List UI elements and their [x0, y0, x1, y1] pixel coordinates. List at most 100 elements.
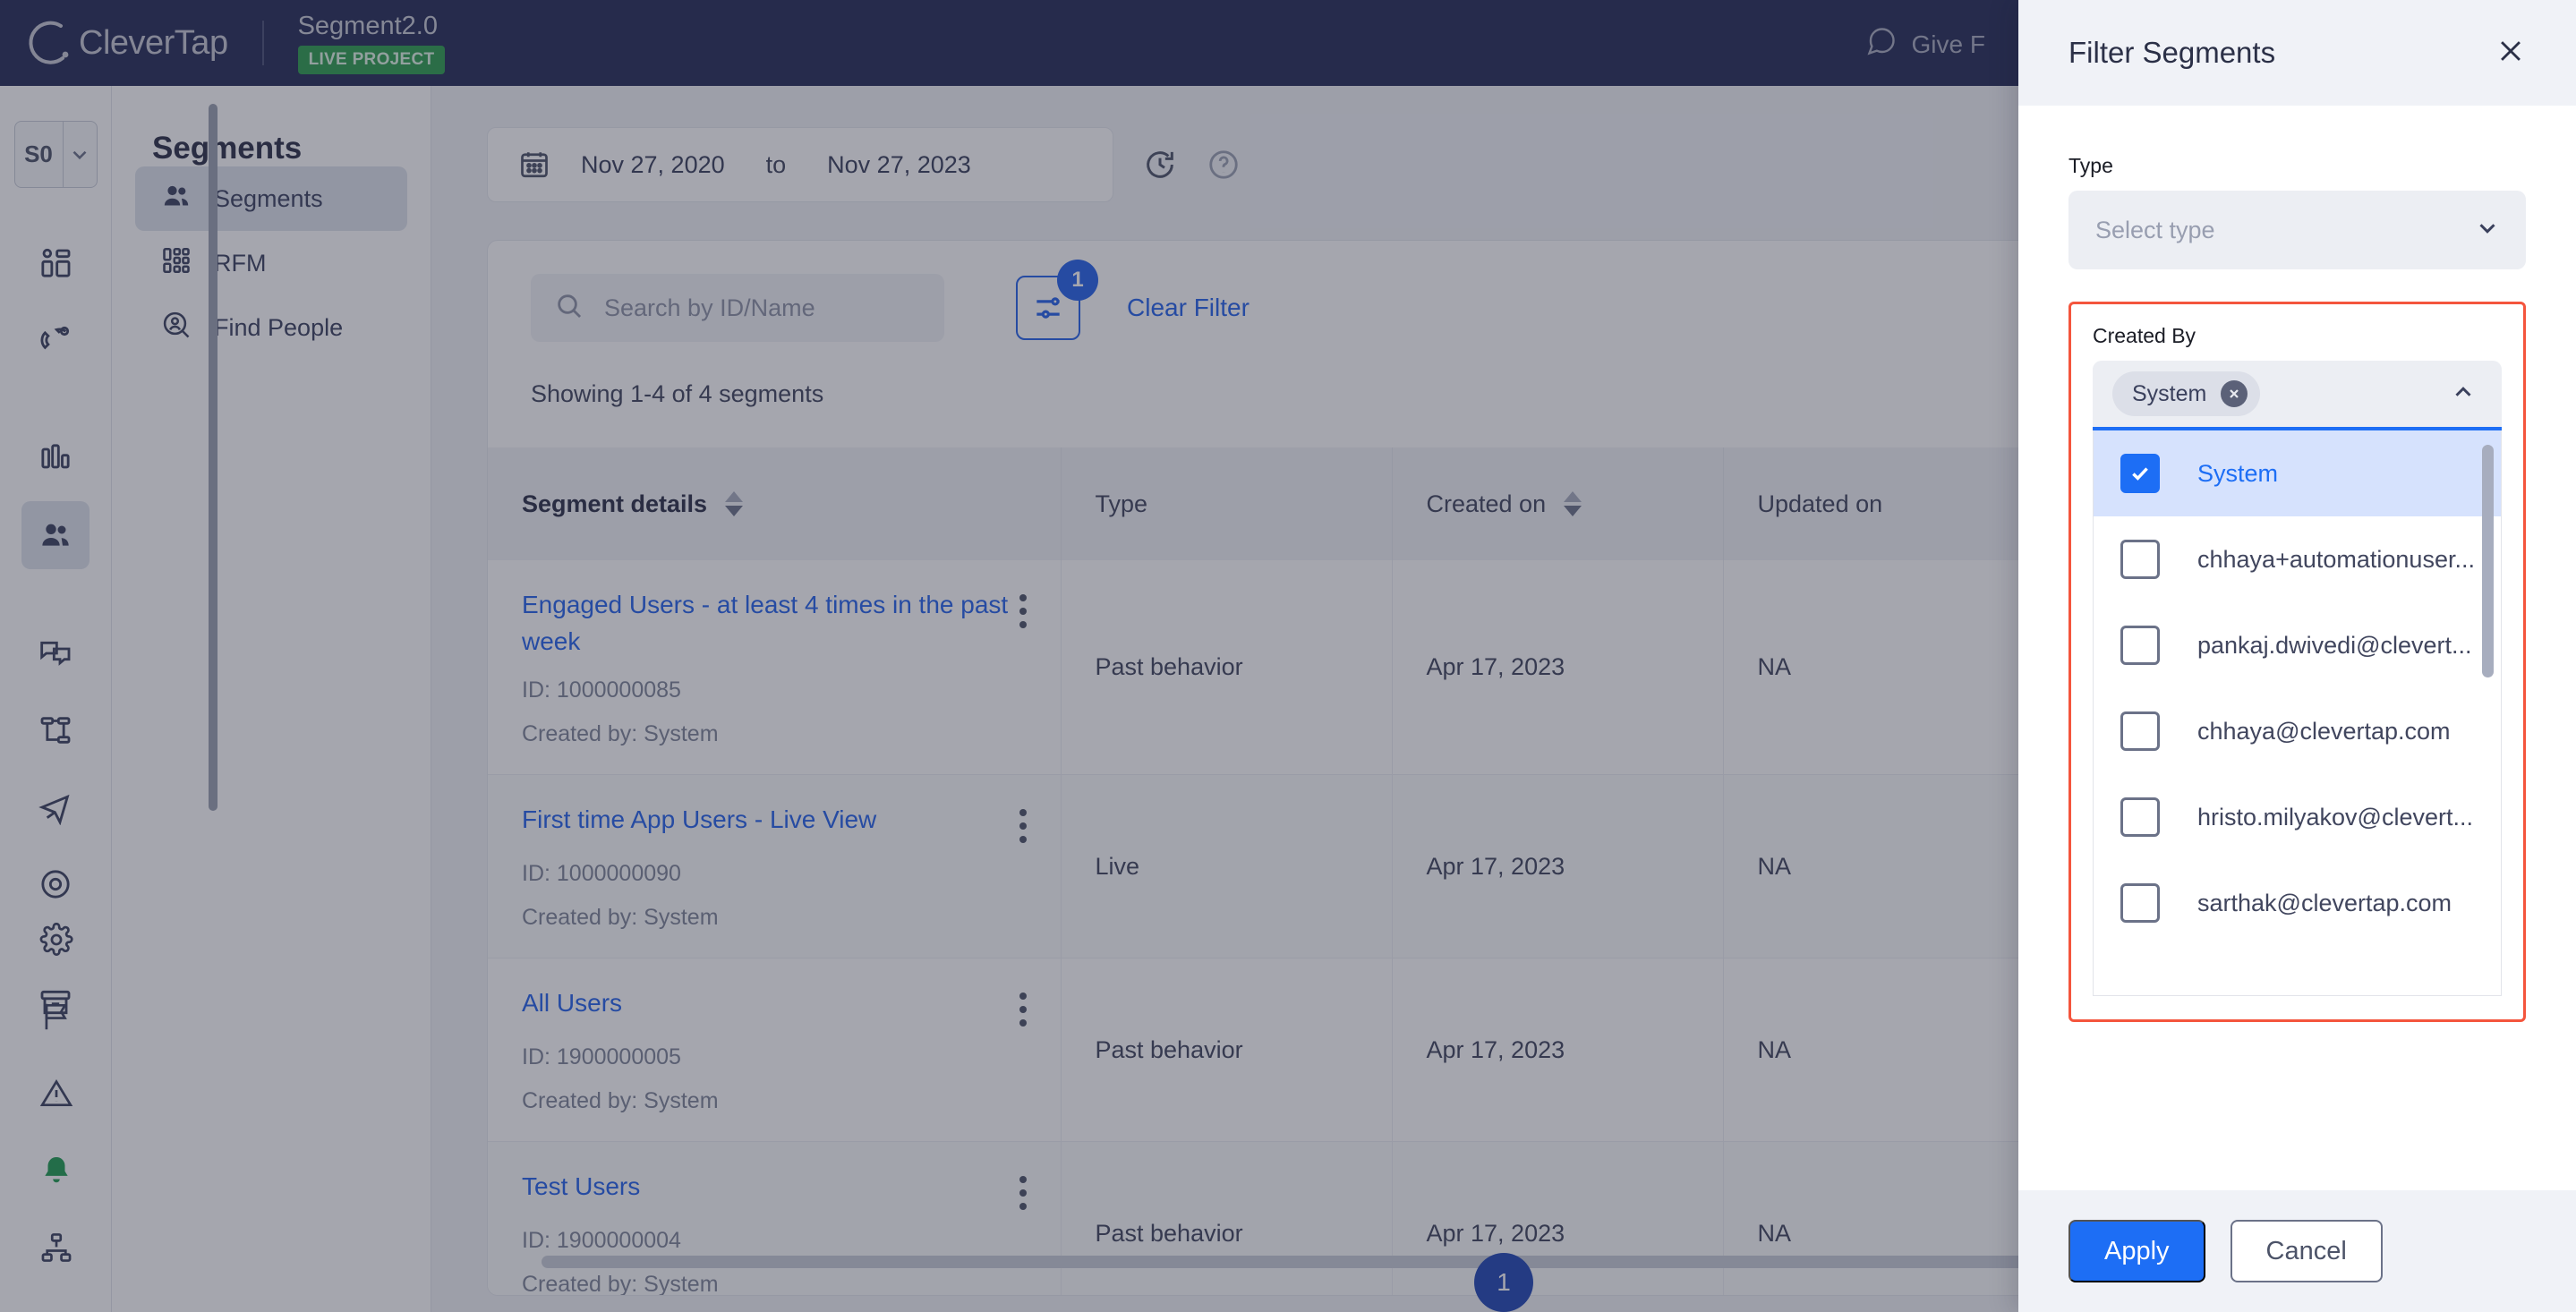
date-end: Nov 27, 2023	[827, 150, 971, 178]
segment-name-link[interactable]: All Users	[522, 985, 622, 1022]
table-horizontal-scrollbar[interactable]	[542, 1256, 2036, 1268]
sidebar-item-label: Find People	[214, 313, 344, 341]
chevron-down-icon[interactable]	[62, 122, 97, 187]
column-type[interactable]: Type	[1061, 447, 1393, 560]
filter-button[interactable]: 1	[1016, 260, 1098, 340]
help-circle-icon[interactable]	[1207, 148, 1241, 182]
sidebar-item-find-people[interactable]: Find People	[135, 295, 407, 360]
checkbox-checked-icon[interactable]	[2120, 454, 2160, 493]
option-hristo-milyakov[interactable]: hristo.milyakov@clevert...	[2094, 774, 2501, 860]
history-refresh-icon[interactable]	[1142, 147, 1178, 183]
segment-name-link[interactable]: Test Users	[522, 1169, 640, 1206]
pagination-page-1[interactable]: 1	[1474, 1253, 1533, 1312]
analytics-bar-icon[interactable]	[21, 424, 90, 492]
option-chhaya-automationuser[interactable]: chhaya+automationuser...	[2094, 516, 2501, 602]
project-info[interactable]: Segment2.0 LIVE PROJECT	[297, 12, 446, 74]
account-switcher[interactable]: S0	[13, 121, 98, 188]
sitemap-icon[interactable]	[22, 1214, 90, 1282]
dashboard-icon[interactable]	[21, 229, 90, 297]
sort-arrows-icon[interactable]	[1564, 491, 1582, 516]
option-pankaj-dwivedi[interactable]: pankaj.dwivedi@clevert...	[2094, 602, 2501, 688]
sidebar-item-rfm[interactable]: RFM	[135, 231, 407, 295]
magnet-icon[interactable]	[21, 306, 90, 374]
segment-id: ID: 1000000090	[522, 861, 681, 887]
chevron-up-icon[interactable]	[2450, 379, 2477, 410]
row-menu-icon[interactable]	[1019, 587, 1027, 628]
column-created-on[interactable]: Created on	[1392, 447, 1724, 560]
created-by-select[interactable]: System	[2093, 361, 2502, 430]
created-by-group: Created By System System chhaya+automati…	[2068, 302, 2526, 1022]
chip-remove-icon[interactable]	[2221, 380, 2248, 407]
segment-id: ID: 1900000005	[522, 1044, 681, 1070]
column-label: Updated on	[1757, 490, 1883, 517]
chat-bubble-icon	[1865, 25, 1898, 64]
sort-arrows-icon[interactable]	[725, 491, 744, 516]
cell-created-on: Apr 17, 2023	[1392, 1141, 1724, 1295]
sidebar-item-segments[interactable]: Segments	[135, 166, 407, 231]
checkbox-icon[interactable]	[2120, 797, 2160, 837]
segments-people-icon[interactable]	[21, 501, 90, 569]
close-icon[interactable]	[2495, 36, 2526, 71]
alert-triangle-icon[interactable]	[22, 1060, 90, 1128]
settings-gear-icon[interactable]	[22, 906, 90, 974]
row-menu-icon[interactable]	[1019, 985, 1027, 1027]
cell-updated-on: NA	[1723, 1141, 2055, 1295]
cell-segment-details: All Users ID: 1900000005 Created by: Sys…	[488, 958, 1062, 1143]
checkbox-icon[interactable]	[2120, 711, 2160, 751]
cell-created-on: Apr 17, 2023	[1392, 958, 1724, 1143]
app-root: CleverTap Segment2.0 LIVE PROJECT Give F…	[0, 0, 2576, 1312]
type-label: Type	[2068, 154, 2113, 177]
cancel-button[interactable]: Cancel	[2230, 1220, 2383, 1282]
option-label: chhaya+automationuser...	[2197, 545, 2475, 573]
campaign-icon[interactable]	[21, 773, 90, 841]
options-scrollbar[interactable]	[2482, 445, 2494, 677]
people-icon	[160, 180, 192, 218]
option-system[interactable]: System	[2094, 430, 2501, 516]
section-nav: Segments Segments RFM Find People	[112, 86, 431, 1312]
cell-created-on: Apr 17, 2023	[1392, 560, 1724, 776]
column-label: Type	[1095, 490, 1148, 517]
rail-scrollbar[interactable]	[209, 104, 218, 811]
search-input[interactable]: Search by ID/Name	[531, 274, 944, 342]
option-label: hristo.milyakov@clevert...	[2197, 803, 2473, 831]
row-menu-icon[interactable]	[1019, 802, 1027, 844]
cell-created-on: Apr 17, 2023	[1392, 774, 1724, 959]
row-menu-icon[interactable]	[1019, 1169, 1027, 1211]
account-code: S0	[24, 141, 53, 167]
segment-name-link[interactable]: Engaged Users - at least 4 times in the …	[522, 587, 1019, 660]
brand-logo[interactable]: CleverTap	[27, 19, 228, 67]
bell-icon[interactable]	[22, 1137, 90, 1205]
cell-type: Live	[1061, 774, 1393, 959]
messages-icon[interactable]	[21, 619, 90, 687]
checkbox-icon[interactable]	[2120, 626, 2160, 665]
segment-name-link[interactable]: First time App Users - Live View	[522, 802, 876, 839]
created-by-options-list[interactable]: System chhaya+automationuser... pankaj.d…	[2093, 430, 2502, 996]
selected-chip-system[interactable]: System	[2112, 371, 2261, 416]
cell-type: Past behavior	[1061, 958, 1393, 1143]
type-select[interactable]: Select type	[2068, 191, 2526, 269]
checkbox-icon[interactable]	[2120, 540, 2160, 579]
cell-segment-details: Test Users ID: 1900000004 Created by: Sy…	[488, 1141, 1062, 1295]
rail-bottom-icons	[0, 906, 112, 1291]
segment-id: ID: 1900000004	[522, 1228, 681, 1254]
option-label: sarthak@clevertap.com	[2197, 889, 2452, 916]
give-feedback-button[interactable]: Give F	[1865, 25, 1985, 64]
option-chhaya-clevertap[interactable]: chhaya@clevertap.com	[2094, 688, 2501, 774]
drawer-footer: Apply Cancel	[2018, 1190, 2576, 1312]
option-sarthak-clevertap[interactable]: sarthak@clevertap.com	[2094, 860, 2501, 946]
checkbox-icon[interactable]	[2120, 883, 2160, 923]
column-segment-details[interactable]: Segment details	[488, 447, 1062, 560]
flag-icon[interactable]	[22, 983, 90, 1051]
journeys-icon[interactable]	[21, 696, 90, 764]
segment-created-by: Created by: System	[522, 905, 719, 931]
search-placeholder: Search by ID/Name	[604, 294, 815, 321]
type-placeholder: Select type	[2095, 216, 2215, 243]
date-start: Nov 27, 2020	[581, 150, 725, 178]
cell-updated-on: NA	[1723, 958, 2055, 1143]
filter-segments-drawer: Filter Segments Type Select type Created…	[2018, 0, 2576, 1312]
apply-button[interactable]: Apply	[2068, 1220, 2205, 1282]
created-by-label: Created By	[2093, 324, 2196, 347]
date-range-picker[interactable]: Nov 27, 2020 to Nov 27, 2023	[487, 127, 1113, 202]
column-updated-on[interactable]: Updated on	[1723, 447, 2055, 560]
clear-filter-link[interactable]: Clear Filter	[1127, 294, 1250, 322]
